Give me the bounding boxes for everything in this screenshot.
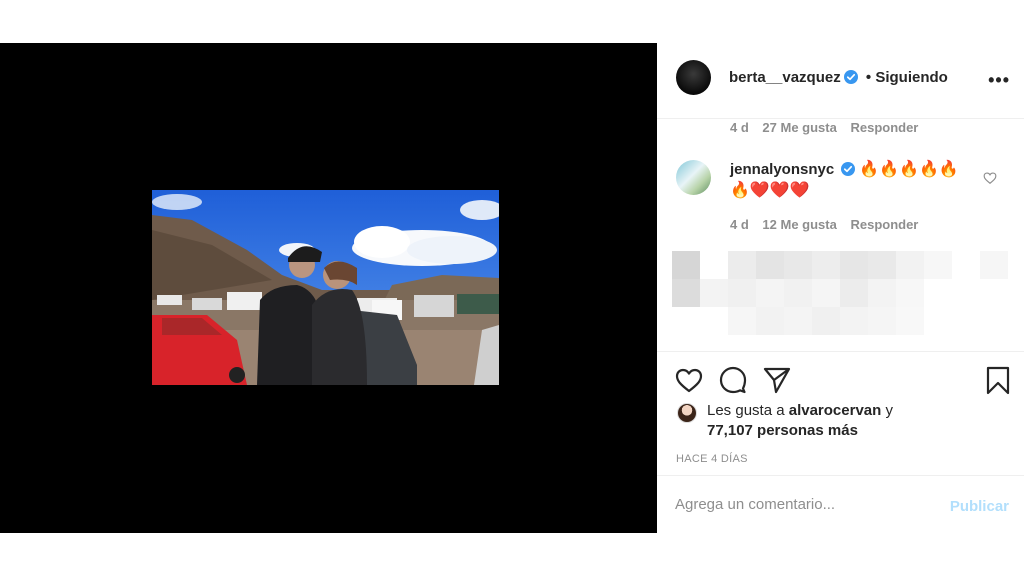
comment-time: 4 d	[730, 120, 749, 135]
heart-icon[interactable]	[674, 365, 704, 395]
commenter-username[interactable]: jennalyonsnyc	[730, 161, 834, 178]
header-separator: •	[865, 69, 872, 86]
likes-prefix: Les gusta a	[707, 402, 785, 419]
author-username[interactable]: berta__vazquez	[729, 69, 841, 86]
verified-icon	[841, 162, 856, 176]
liker-username[interactable]: alvarocervan	[789, 402, 882, 419]
comment-icon[interactable]	[718, 365, 748, 395]
comment-time: 4 d	[730, 217, 749, 232]
commenter-avatar[interactable]	[676, 160, 711, 195]
pixelated-comment	[672, 251, 1008, 335]
liker-avatar[interactable]	[677, 403, 697, 423]
verified-icon	[843, 70, 858, 84]
following-button[interactable]: Siguiendo	[875, 69, 948, 86]
comment-meta: 4 d 27 Me gusta Responder	[730, 120, 928, 135]
comment-reply-button[interactable]: Responder	[850, 217, 918, 232]
post-photo[interactable]	[152, 190, 499, 385]
publish-button[interactable]: Publicar	[950, 498, 1009, 515]
bookmark-icon[interactable]	[983, 365, 1013, 395]
add-comment-bar: Publicar	[657, 475, 1024, 533]
likes-join: y	[885, 402, 893, 419]
post-sidebar: berta__vazquez • Siguiendo ••• 4 d 27 Me…	[657, 43, 1024, 533]
comment-reply-button[interactable]: Responder	[850, 120, 918, 135]
comment-input[interactable]	[675, 496, 935, 513]
post-header: berta__vazquez • Siguiendo •••	[657, 43, 1024, 119]
comment-body: jennalyonsnyc 🔥🔥🔥🔥🔥🔥❤️❤️❤️	[730, 159, 970, 201]
comment-meta: 4 d 12 Me gusta Responder	[730, 217, 928, 232]
share-icon[interactable]	[762, 365, 792, 395]
photo-illustration	[152, 190, 499, 385]
author-line: berta__vazquez • Siguiendo	[729, 69, 948, 86]
post-time-ago: HACE 4 DÍAS	[676, 453, 748, 465]
likes-text: Les gusta a alvarocervan y 77,107 person…	[707, 401, 967, 441]
post-media-pane	[0, 43, 657, 533]
comment-likes[interactable]: 27 Me gusta	[762, 120, 836, 135]
likes-count[interactable]: 77,107 personas más	[707, 422, 858, 439]
author-avatar[interactable]	[676, 60, 711, 95]
comment-likes[interactable]: 12 Me gusta	[762, 217, 836, 232]
comment-like-heart-icon[interactable]	[983, 171, 997, 185]
more-icon[interactable]: •••	[988, 70, 1010, 91]
